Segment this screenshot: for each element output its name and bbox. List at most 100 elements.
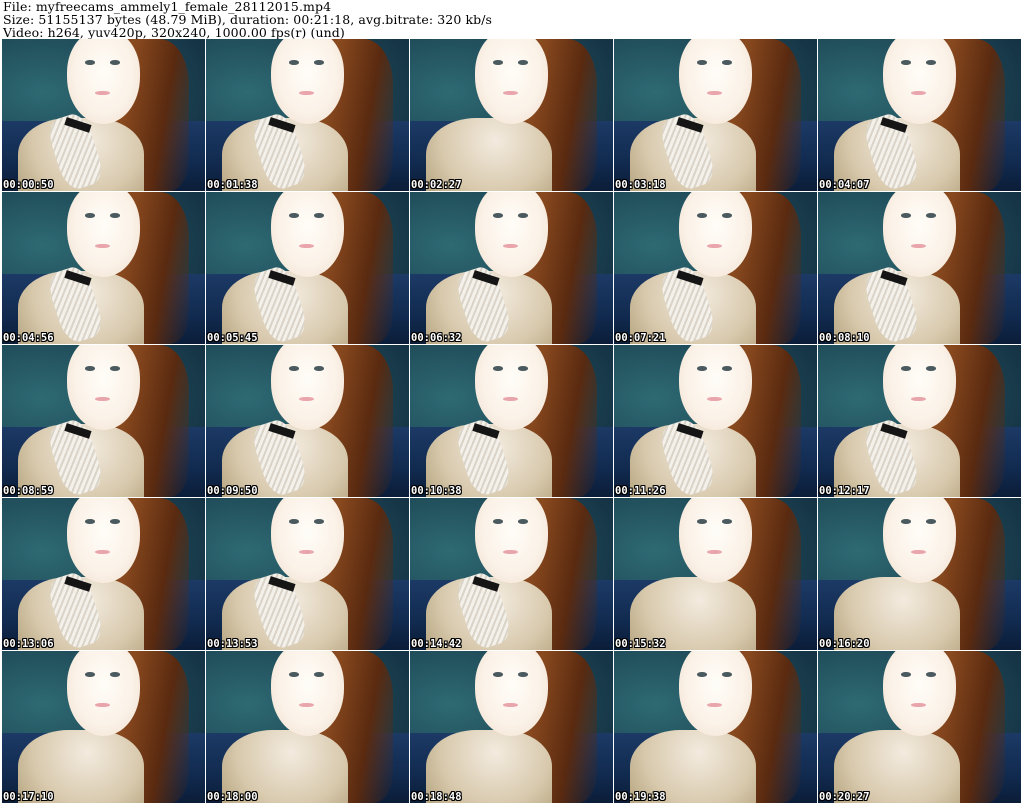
video-thumbnail[interactable]: 00:20:27: [818, 651, 1021, 803]
thumbnail-timestamp: 00:15:32: [615, 638, 666, 650]
thumbnail-timestamp: 00:08:10: [819, 332, 870, 344]
thumbnail-lips: [707, 396, 722, 402]
thumbnail-lips: [503, 702, 518, 708]
thumbnail-eye: [517, 213, 528, 218]
video-thumbnail[interactable]: 00:16:20: [818, 498, 1021, 650]
thumbnail-eye: [313, 366, 324, 371]
thumbnail-lips: [707, 90, 722, 96]
thumbnail-timestamp: 00:08:59: [3, 485, 54, 497]
thumbnail-eye: [109, 366, 120, 371]
thumbnail-eye: [85, 672, 96, 677]
video-thumbnail[interactable]: 00:11:26: [614, 345, 817, 497]
thumbnail-timestamp: 00:12:17: [819, 485, 870, 497]
video-thumbnail[interactable]: 00:00:50: [2, 39, 205, 191]
thumbnail-timestamp: 00:17:10: [3, 791, 54, 803]
thumbnail-lips: [503, 549, 518, 555]
thumbnail-lips: [95, 702, 110, 708]
video-thumbnail[interactable]: 00:04:07: [818, 39, 1021, 191]
thumbnail-lips: [911, 90, 926, 96]
video-thumbnail[interactable]: 00:12:17: [818, 345, 1021, 497]
thumbnail-timestamp: 00:19:38: [615, 791, 666, 803]
thumbnail-eye: [901, 366, 912, 371]
thumbnail-timestamp: 00:13:53: [207, 638, 258, 650]
thumbnail-eye: [85, 60, 96, 65]
thumbnail-eye: [109, 213, 120, 218]
thumbnail-eye: [925, 519, 936, 524]
video-thumbnail[interactable]: 00:05:45: [206, 192, 409, 344]
thumbnail-eye: [517, 519, 528, 524]
thumbnail-eye: [313, 519, 324, 524]
thumbnail-eye: [109, 519, 120, 524]
video-thumbnail[interactable]: 00:08:59: [2, 345, 205, 497]
thumbnail-eye: [85, 366, 96, 371]
video-thumbnail[interactable]: 00:10:38: [410, 345, 613, 497]
thumbnail-lips: [911, 702, 926, 708]
thumbnail-eye: [493, 213, 504, 218]
video-thumbnail[interactable]: 00:17:10: [2, 651, 205, 803]
thumbnail-lips: [503, 90, 518, 96]
thumbnail-lips: [503, 243, 518, 249]
thumbnail-lips: [95, 90, 110, 96]
thumbnail-lips: [707, 243, 722, 249]
thumbnail-eye: [289, 519, 300, 524]
file-info-header: File: myfreecams_ammely1_female_28112015…: [3, 0, 492, 39]
thumbnail-lips: [299, 243, 314, 249]
thumbnail-timestamp: 00:10:38: [411, 485, 462, 497]
video-thumbnail[interactable]: 00:13:53: [206, 498, 409, 650]
thumbnail-lips: [911, 243, 926, 249]
thumbnail-grid: 00:00:50 00:01:38 00:02:27 00:03:18 00:04:07…: [2, 39, 1021, 803]
thumbnail-lips: [299, 702, 314, 708]
video-thumbnail[interactable]: 00:08:10: [818, 192, 1021, 344]
thumbnail-eye: [85, 213, 96, 218]
thumbnail-eye: [313, 672, 324, 677]
thumbnail-timestamp: 00:18:00: [207, 791, 258, 803]
video-thumbnail[interactable]: 00:03:18: [614, 39, 817, 191]
video-thumbnail[interactable]: 00:02:27: [410, 39, 613, 191]
thumbnail-eye: [313, 60, 324, 65]
thumbnail-eye: [697, 60, 708, 65]
video-thumbnail[interactable]: 00:18:00: [206, 651, 409, 803]
thumbnail-eye: [925, 672, 936, 677]
thumbnail-eye: [493, 366, 504, 371]
thumbnail-timestamp: 00:00:50: [3, 179, 54, 191]
thumbnail-timestamp: 00:06:32: [411, 332, 462, 344]
thumbnail-eye: [901, 672, 912, 677]
video-thumbnail[interactable]: 00:01:38: [206, 39, 409, 191]
thumbnail-timestamp: 00:09:50: [207, 485, 258, 497]
video-thumbnail[interactable]: 00:04:56: [2, 192, 205, 344]
thumbnail-eye: [901, 519, 912, 524]
thumbnail-eye: [313, 213, 324, 218]
thumbnail-timestamp: 00:02:27: [411, 179, 462, 191]
thumbnail-lips: [95, 396, 110, 402]
thumbnail-eye: [493, 672, 504, 677]
video-thumbnail[interactable]: 00:18:48: [410, 651, 613, 803]
video-thumbnail[interactable]: 00:19:38: [614, 651, 817, 803]
video-thumbnail[interactable]: 00:14:42: [410, 498, 613, 650]
thumbnail-lips: [911, 396, 926, 402]
thumbnail-eye: [517, 672, 528, 677]
thumbnail-eye: [721, 672, 732, 677]
thumbnail-eye: [517, 366, 528, 371]
thumbnail-eye: [289, 60, 300, 65]
video-thumbnail[interactable]: 00:06:32: [410, 192, 613, 344]
thumbnail-eye: [517, 60, 528, 65]
video-thumbnail[interactable]: 00:09:50: [206, 345, 409, 497]
video-thumbnail[interactable]: 00:07:21: [614, 192, 817, 344]
thumbnail-lips: [911, 549, 926, 555]
thumbnail-eye: [721, 213, 732, 218]
thumbnail-lips: [95, 549, 110, 555]
thumbnail-eye: [925, 366, 936, 371]
thumbnail-timestamp: 00:01:38: [207, 179, 258, 191]
thumbnail-eye: [697, 519, 708, 524]
thumbnail-lips: [503, 396, 518, 402]
thumbnail-eye: [721, 519, 732, 524]
thumbnail-eye: [925, 60, 936, 65]
thumbnail-eye: [697, 366, 708, 371]
thumbnail-timestamp: 00:11:26: [615, 485, 666, 497]
video-thumbnail[interactable]: 00:15:32: [614, 498, 817, 650]
thumbnail-eye: [289, 366, 300, 371]
thumbnail-eye: [721, 60, 732, 65]
thumbnail-timestamp: 00:03:18: [615, 179, 666, 191]
video-thumbnail[interactable]: 00:13:06: [2, 498, 205, 650]
thumbnail-eye: [697, 213, 708, 218]
